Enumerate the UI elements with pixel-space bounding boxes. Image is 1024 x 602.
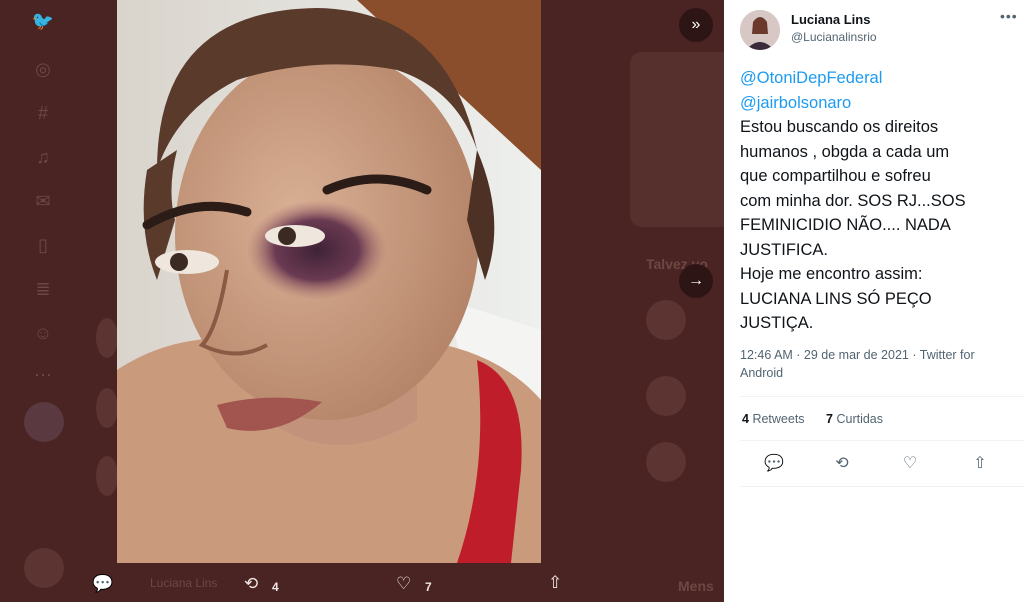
- more-circle-icon: ⋯: [34, 365, 52, 385]
- engagement-stats: 4 Retweets 7 Curtidas: [742, 412, 883, 426]
- author-handle[interactable]: @Lucianalinsrio: [791, 30, 877, 44]
- mention-link[interactable]: @jairbolsonaro: [740, 91, 1008, 116]
- background-nav-rail: 🐦 ◎ # ♫ ✉ ▯ ≣ ☺ ⋯: [0, 0, 88, 602]
- heart-icon[interactable]: ♡: [898, 452, 922, 476]
- more-icon[interactable]: •••: [1000, 8, 1018, 24]
- heart-icon[interactable]: ♡: [396, 574, 411, 594]
- faded-messages-label: Mens: [678, 578, 714, 594]
- mail-icon: ✉: [35, 191, 51, 211]
- faded-media-card: [630, 52, 724, 227]
- next-image-button[interactable]: →: [679, 264, 713, 298]
- double-chevron-right-icon: »: [691, 16, 701, 33]
- share-icon[interactable]: ⇧: [968, 452, 992, 476]
- timestamp-line: 12:46 AM · 29 de mar de 2021 · Twitter f…: [740, 348, 975, 362]
- divider: [740, 486, 1024, 487]
- tweet-text-line: com minha dor. SOS RJ...SOS: [740, 191, 966, 210]
- tweet-text-line: LUCIANA LINS SÓ PEÇO: [740, 289, 932, 308]
- avatar-image: [740, 10, 780, 50]
- likes-stat[interactable]: 7 Curtidas: [826, 412, 883, 426]
- hashtag-icon: #: [37, 103, 48, 123]
- tweet-timestamp[interactable]: 12:46 AM · 29 de mar de 2021 · Twitter f…: [740, 346, 1010, 382]
- tweet-photo[interactable]: [117, 0, 541, 563]
- collapse-panel-button[interactable]: »: [679, 8, 713, 42]
- faded-suggestion-avatar: [646, 442, 686, 482]
- retweets-stat[interactable]: 4 Retweets: [742, 412, 805, 426]
- media-retweet-count: 4: [272, 580, 279, 594]
- tweet-text-line: que compartilhou e sofreu: [740, 167, 931, 185]
- share-icon[interactable]: ⇧: [548, 573, 562, 593]
- tweet-text-line: JUSTIFICA.: [740, 240, 829, 259]
- bookmark-icon: ▯: [38, 235, 48, 255]
- compose-button: [24, 402, 64, 442]
- reply-icon[interactable]: 💬: [92, 574, 113, 594]
- media-like-count: 7: [425, 580, 432, 594]
- profile-icon: ☺: [33, 323, 53, 343]
- tweet-text-line: Hoje me encontro assim:: [740, 265, 923, 283]
- tweet-text: @OtoniDepFederal @jairbolsonaro Estou bu…: [740, 66, 1008, 336]
- divider: [740, 396, 1024, 397]
- reply-icon[interactable]: 💬: [762, 452, 786, 476]
- explore-icon: ◎: [35, 59, 51, 79]
- author-avatar[interactable]: [740, 10, 780, 50]
- tweet-detail-pane: Luciana Lins @Lucianalinsrio ••• @OtoniD…: [724, 0, 1024, 602]
- faded-suggestion-avatar: [646, 376, 686, 416]
- faded-avatar: [96, 456, 118, 496]
- bell-icon: ♫: [36, 147, 50, 167]
- tweet-text-line: humanos , obgda a cada um: [740, 142, 950, 161]
- faded-suggestion-avatar: [646, 300, 686, 340]
- tweet-text-line: Estou buscando os direitos: [740, 118, 939, 136]
- tweet-actions: 💬 ⟲ ♡ ⇧: [742, 452, 1010, 476]
- author-name[interactable]: Luciana Lins: [791, 12, 870, 27]
- tweet-text-line: JUSTIÇA.: [740, 314, 814, 332]
- retweet-icon[interactable]: ⟲: [830, 452, 854, 476]
- faded-avatar: [96, 388, 118, 428]
- mention-link[interactable]: @OtoniDepFederal: [740, 66, 1008, 91]
- arrow-right-icon: →: [688, 272, 704, 289]
- twitter-logo-icon: 🐦: [31, 11, 55, 31]
- faded-author-name: Luciana Lins: [150, 576, 218, 590]
- faded-avatar: [96, 318, 118, 358]
- source-line: Android: [740, 366, 784, 380]
- list-icon: ≣: [35, 279, 51, 299]
- tweet-text-line: FEMINICIDIO NÃO.... NADA: [740, 216, 951, 234]
- account-avatar: [24, 548, 64, 588]
- retweet-icon[interactable]: ⟲: [244, 574, 258, 594]
- photo-illustration: [117, 0, 541, 563]
- divider: [740, 440, 1024, 441]
